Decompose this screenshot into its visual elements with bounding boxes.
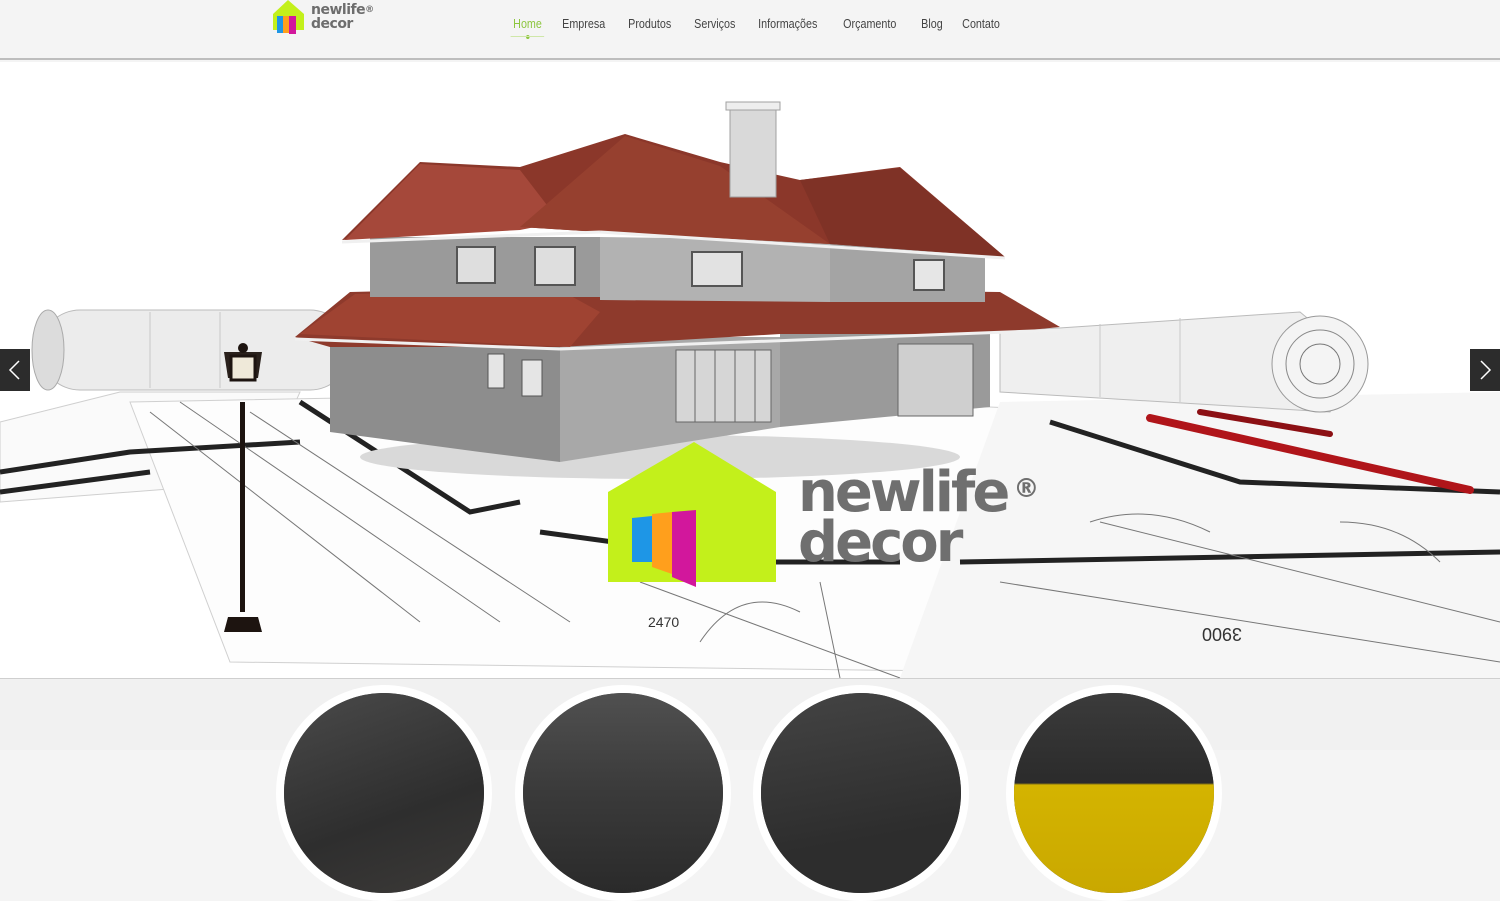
thumbnail-image [761, 693, 961, 893]
thumbnail-image [284, 693, 484, 893]
hero-logo-line2: decor [798, 510, 963, 575]
nav-item-servicos[interactable]: Serviços [683, 0, 747, 48]
nav-item-contato[interactable]: Contato [951, 0, 1011, 48]
slider-next-button[interactable] [1470, 349, 1500, 391]
nav-item-produtos[interactable]: Produtos [617, 0, 682, 48]
blueprint-number-3900: 3900 [1202, 624, 1242, 644]
hero-house-illustration: 2470 3900 [0, 101, 1500, 678]
nav-item-blog[interactable]: Blog [910, 0, 954, 48]
logo-registered-mark: ® [365, 5, 374, 15]
hero-slider: 2470 3900 newlife ® decor [0, 62, 1500, 678]
hero-logo-wordmark: newlife ® decor [798, 465, 1039, 571]
featured-item-3[interactable] [753, 685, 969, 901]
chevron-right-icon [1480, 360, 1492, 380]
nav-item-empresa[interactable]: Empresa [551, 0, 616, 48]
nav-item-informacoes[interactable]: Informações [747, 0, 829, 48]
featured-item-2[interactable] [515, 685, 731, 901]
site-logo[interactable]: newlife® decor [272, 0, 374, 40]
logo-wordmark: newlife® decor [311, 3, 374, 31]
featured-item-1[interactable] [276, 685, 492, 901]
featured-section [0, 678, 1500, 901]
slider-prev-button[interactable] [0, 349, 30, 391]
thumbnail-image [1014, 693, 1214, 893]
thumbnail-image [523, 693, 723, 893]
hero-logo-registered-mark: ® [1013, 474, 1040, 504]
chevron-left-icon [8, 360, 20, 380]
nav-item-orcamento[interactable]: Orçamento [832, 0, 908, 48]
logo-house-icon [273, 0, 304, 34]
logo-text-line2: decor [311, 16, 353, 32]
featured-item-4[interactable] [1006, 685, 1222, 901]
site-header: newlife® decor Home Empresa Produtos Ser… [0, 0, 1500, 60]
main-nav: Home Empresa Produtos Serviços Informaçõ… [502, 0, 1011, 60]
nav-item-home[interactable]: Home [502, 0, 553, 48]
blueprint-number-2470: 2470 [648, 614, 679, 630]
